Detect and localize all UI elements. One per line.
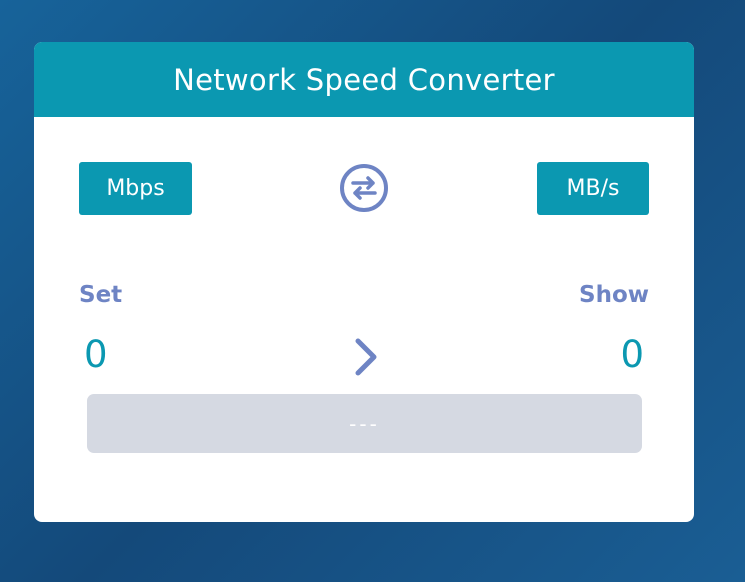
- show-label: Show: [579, 282, 649, 308]
- swap-units-button[interactable]: [339, 163, 389, 213]
- page-title: Network Speed Converter: [173, 62, 555, 97]
- to-unit-button[interactable]: MB/s: [537, 162, 649, 215]
- set-label: Set: [79, 282, 123, 308]
- set-value-input[interactable]: 0: [84, 331, 108, 379]
- from-unit-button[interactable]: Mbps: [79, 162, 192, 215]
- card-header: Network Speed Converter: [34, 42, 694, 117]
- show-value-output: 0: [620, 333, 644, 376]
- swap-arrows-icon: [340, 164, 388, 212]
- result-text: ---: [349, 411, 380, 436]
- result-display: ---: [87, 394, 642, 453]
- converter-card: Network Speed Converter Mbps MB/s Set Sh…: [34, 42, 694, 522]
- chevron-right-icon: [355, 338, 377, 376]
